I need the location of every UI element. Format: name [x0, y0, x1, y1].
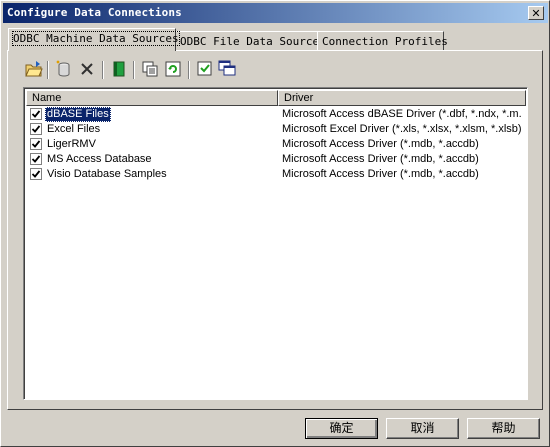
- row-name: LigerRMV: [47, 138, 96, 150]
- windows-button[interactable]: [217, 59, 237, 79]
- list-rows: dBASE Files Microsoft Access dBASE Drive…: [26, 107, 526, 182]
- column-header-driver[interactable]: Driver: [278, 90, 526, 106]
- checkmark-icon: [31, 110, 41, 118]
- ok-button[interactable]: 确定: [305, 418, 378, 439]
- check-all-icon: [197, 61, 212, 76]
- list-item[interactable]: MS Access Database Microsoft Access Driv…: [26, 152, 526, 167]
- tab-label: ODBC File Data Sources: [180, 35, 326, 48]
- properties-button[interactable]: [140, 59, 160, 79]
- dialog-window: Configure Data Connections ✕ ODBC Machin…: [0, 0, 550, 447]
- cancel-button[interactable]: 取消: [386, 418, 459, 439]
- new-datasource-icon: [56, 60, 70, 77]
- list-item[interactable]: dBASE Files Microsoft Access dBASE Drive…: [26, 107, 526, 122]
- row-checkbox[interactable]: [30, 168, 42, 180]
- open-folder-icon: [25, 61, 43, 77]
- data-source-list[interactable]: Name Driver dBASE Files Microsoft Access…: [23, 87, 528, 400]
- row-name: Visio Database Samples: [47, 168, 167, 180]
- connect-button[interactable]: [109, 59, 129, 79]
- row-name: MS Access Database: [47, 153, 152, 165]
- toolbar-separator: [102, 61, 104, 79]
- row-checkbox[interactable]: [30, 153, 42, 165]
- toolbar-separator: [188, 61, 190, 79]
- row-checkbox[interactable]: [30, 138, 42, 150]
- list-header: Name Driver: [26, 90, 526, 106]
- list-item[interactable]: LigerRMV Microsoft Access Driver (*.mdb,…: [26, 137, 526, 152]
- list-item[interactable]: Excel Files Microsoft Excel Driver (*.xl…: [26, 122, 526, 137]
- row-driver: Microsoft Access Driver (*.mdb, *.accdb): [282, 168, 479, 180]
- tab-label: Connection Profiles: [322, 35, 448, 48]
- row-checkbox[interactable]: [30, 123, 42, 135]
- checkmark-icon: [31, 125, 41, 133]
- properties-icon: [142, 61, 158, 77]
- row-checkbox[interactable]: [30, 108, 42, 120]
- checkmark-icon: [31, 140, 41, 148]
- row-driver: Microsoft Access dBASE Driver (*.dbf, *.…: [282, 108, 522, 120]
- row-name: Excel Files: [47, 123, 101, 135]
- toolbar-separator: [47, 61, 49, 79]
- open-button[interactable]: [24, 59, 44, 79]
- row-driver: Microsoft Access Driver (*.mdb, *.accdb): [282, 138, 479, 150]
- row-driver: Microsoft Access Driver (*.mdb, *.accdb): [282, 153, 479, 165]
- row-driver: Microsoft Excel Driver (*.xls, *.xlsx, *…: [282, 123, 522, 135]
- row-name: dBASE Files: [45, 107, 111, 122]
- tab-odbc-file-data-sources[interactable]: ODBC File Data Sources: [175, 31, 326, 51]
- window-title: Configure Data Connections: [7, 6, 182, 19]
- connect-icon: [113, 61, 125, 77]
- toolbar-separator: [133, 61, 135, 79]
- close-icon: ✕: [531, 6, 541, 20]
- delete-button[interactable]: [77, 59, 97, 79]
- windows-icon: [218, 60, 236, 76]
- checkmark-icon: [31, 155, 41, 163]
- title-bar[interactable]: Configure Data Connections ✕: [3, 3, 548, 23]
- delete-icon: [81, 63, 93, 75]
- list-item[interactable]: Visio Database Samples Microsoft Access …: [26, 167, 526, 182]
- new-datasource-button[interactable]: [54, 59, 74, 79]
- tab-odbc-machine-data-sources[interactable]: ODBC Machine Data Sources: [8, 28, 180, 51]
- checkmark-icon: [31, 170, 41, 178]
- check-all-button[interactable]: [195, 59, 215, 79]
- column-header-name[interactable]: Name: [26, 90, 278, 106]
- refresh-button[interactable]: [163, 59, 183, 79]
- tab-connection-profiles[interactable]: Connection Profiles: [317, 31, 448, 51]
- close-button[interactable]: ✕: [528, 6, 544, 20]
- tab-label: ODBC Machine Data Sources: [12, 31, 180, 46]
- help-button[interactable]: 帮助: [467, 418, 540, 439]
- refresh-icon: [165, 61, 181, 77]
